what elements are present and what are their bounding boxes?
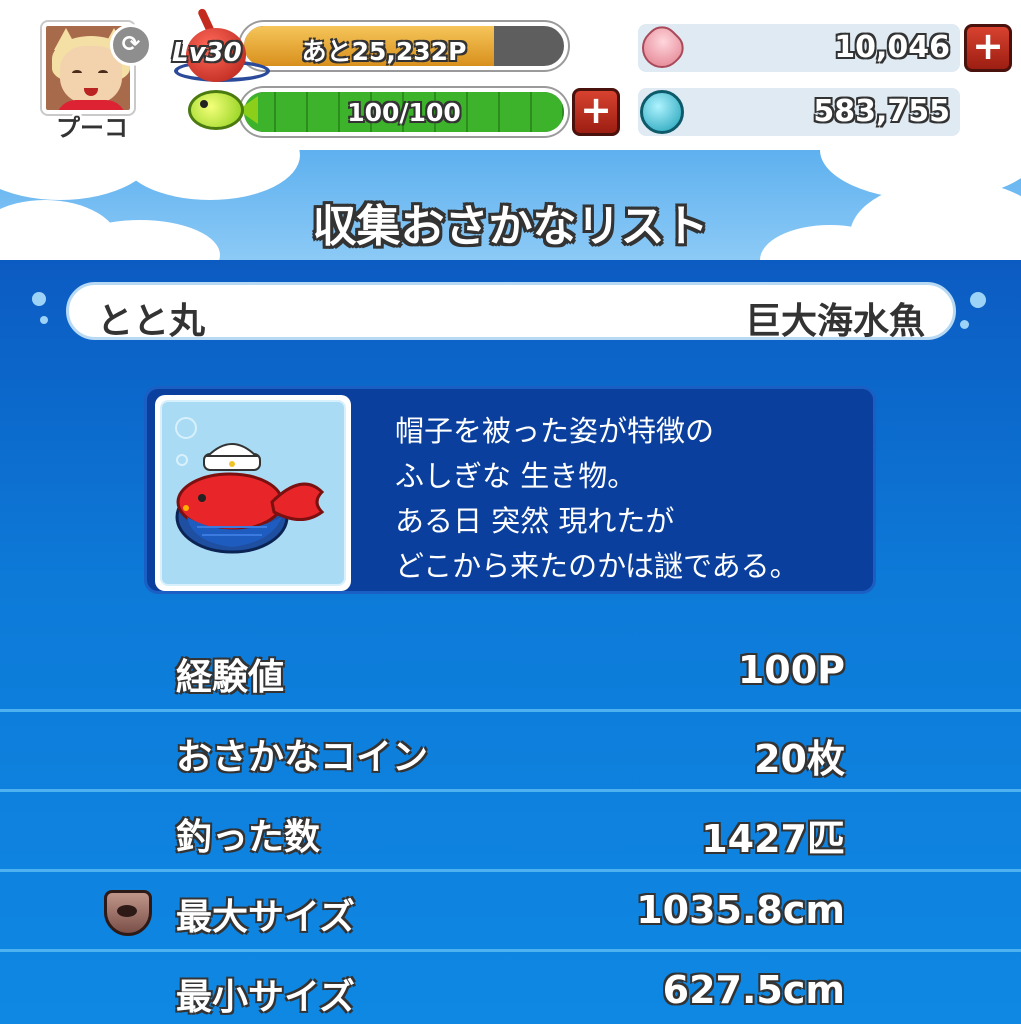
coin-icon: [640, 90, 684, 134]
bubble: [32, 292, 46, 306]
description-line: ふしぎな 生き物。: [395, 459, 637, 493]
level-badge: Lv30: [172, 7, 272, 82]
description-line: 帽子を被った姿が特徴の: [395, 414, 715, 448]
fish-info-card: 帽子を被った姿が特徴の ふしぎな 生き物。 ある日 突然 現れたが どこから来た…: [144, 386, 876, 594]
stat-value: 100P: [737, 648, 845, 692]
bubble: [970, 292, 986, 308]
stamina-label: 100/100: [347, 98, 461, 127]
gem-count: 10,046: [834, 30, 950, 65]
bubble: [40, 316, 48, 324]
stat-row-caught: 釣った数 1427匹: [0, 792, 1021, 872]
stat-label: おさかなコイン: [176, 737, 429, 778]
stat-value: 627.5cm: [662, 968, 845, 1012]
stat-row-coins: おさかなコイン 20枚: [0, 712, 1021, 792]
top-hud: ⟳ プーコ あと25,232P Lv30 100/100 + 10,046 + …: [0, 0, 1021, 260]
stat-value: 20枚: [754, 737, 845, 781]
exp-bar: あと25,232P: [240, 22, 568, 70]
stat-value: 1427匹: [701, 817, 845, 861]
stat-label: 最小サイズ: [176, 977, 355, 1018]
fish-description: 帽子を被った姿が特徴の ふしぎな 生き物。 ある日 突然 現れたが どこから来た…: [395, 409, 799, 589]
coin-count: 583,755: [813, 94, 950, 129]
fish-name-bar: とと丸 巨大海水魚: [66, 282, 956, 342]
stat-value: 1035.8cm: [636, 888, 845, 932]
bubble: [960, 320, 969, 329]
whale-fish-image: [175, 417, 325, 554]
record-crown-icon: [104, 890, 152, 936]
fish-name: とと丸: [97, 301, 206, 342]
gem-icon: [633, 19, 691, 77]
stat-row-exp: 経験値 100P: [0, 632, 1021, 712]
fish-stamina-icon: [188, 84, 262, 134]
stat-row-min-size: 最小サイズ 627.5cm: [0, 952, 1021, 1024]
coin-counter: 583,755: [638, 88, 960, 136]
stat-row-max-size: 最大サイズ 1035.8cm: [0, 872, 1021, 952]
fish-detail-panel: とと丸 巨大海水魚 帽子を被った姿が特徴の ふしぎな 生き物。 ある日 突然 現…: [0, 260, 1021, 1024]
stat-label: 最大サイズ: [176, 897, 355, 938]
level-label: Lv30: [172, 38, 242, 68]
swap-icon[interactable]: ⟳: [110, 24, 152, 66]
stat-label: 経験値: [176, 657, 285, 698]
stat-label: 釣った数: [176, 817, 321, 858]
add-stamina-button[interactable]: +: [572, 88, 620, 136]
gem-counter: 10,046: [633, 19, 960, 77]
description-line: どこから来たのかは謎である。: [395, 549, 799, 583]
add-gems-button[interactable]: +: [964, 24, 1012, 72]
page-title: 収集おさかなリスト: [312, 201, 709, 252]
player-name: プーコ: [56, 114, 128, 142]
fish-stats-list: 経験値 100P おさかなコイン 20枚 釣った数 1427匹 最大サイズ 10…: [0, 632, 1021, 1024]
fish-image-frame: [155, 395, 351, 591]
stamina-bar: 100/100: [240, 88, 568, 136]
fish-category: 巨大海水魚: [744, 301, 925, 342]
description-line: ある日 突然 現れたが: [395, 504, 675, 538]
exp-remaining-label: あと25,232P: [301, 37, 467, 66]
